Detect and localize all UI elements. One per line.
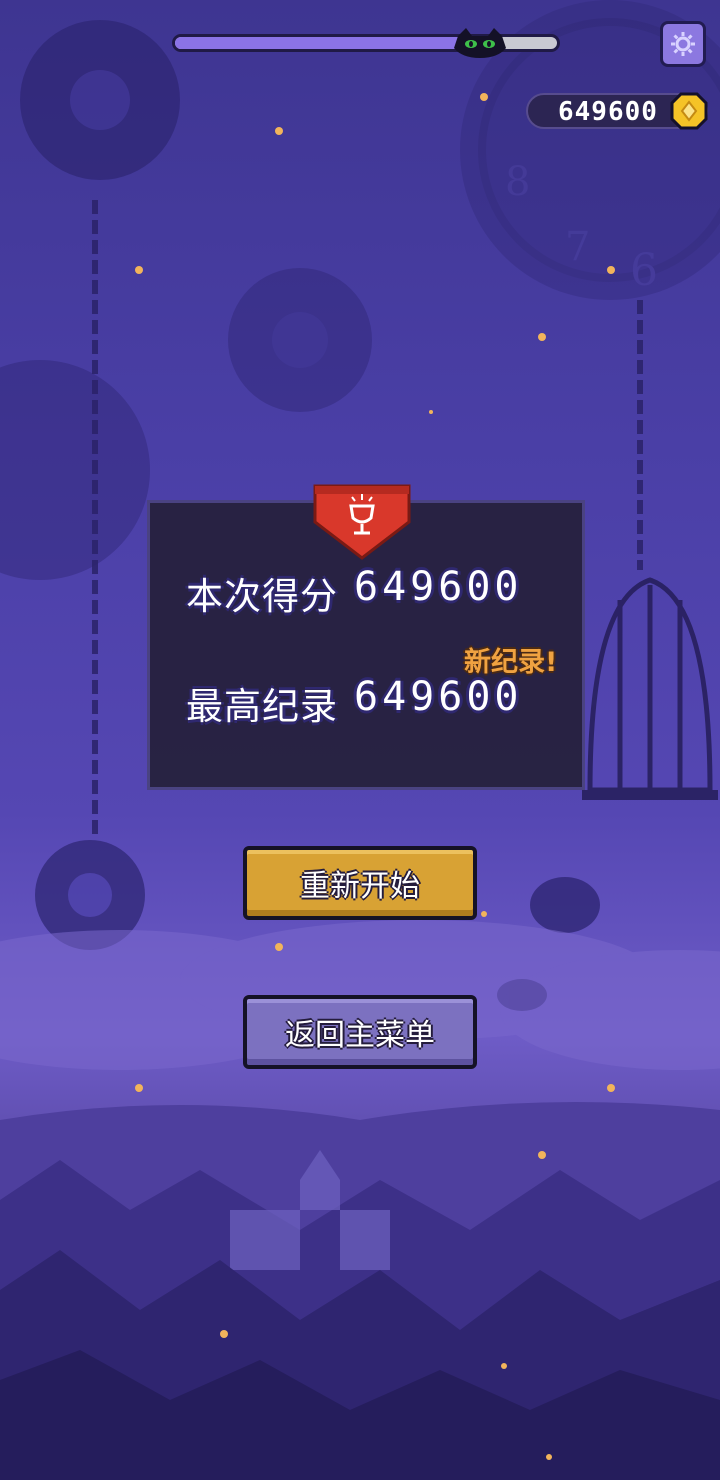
best-score-label: 最高纪录	[186, 685, 338, 728]
gold-coin-icon	[670, 92, 708, 130]
birdcage-decoration	[582, 577, 718, 800]
main-menu-button[interactable]: 返回主菜单	[243, 995, 477, 1069]
restart-button[interactable]: 重新开始	[243, 846, 477, 920]
black-cat-icon	[454, 28, 506, 58]
current-score-label: 本次得分	[186, 575, 338, 618]
svg-text:8: 8	[505, 159, 530, 205]
coin-value: 649600	[558, 97, 658, 127]
current-score-value: 649600	[354, 564, 523, 610]
svg-text:6: 6	[630, 245, 658, 296]
settings-button[interactable]	[660, 21, 706, 67]
trophy-banner	[313, 484, 411, 560]
svg-text:7: 7	[565, 224, 590, 270]
level-progress-fill	[175, 37, 458, 49]
gear-icon	[671, 32, 695, 56]
mountain-decoration	[0, 1102, 720, 1480]
best-score-value: 649600	[354, 674, 523, 720]
